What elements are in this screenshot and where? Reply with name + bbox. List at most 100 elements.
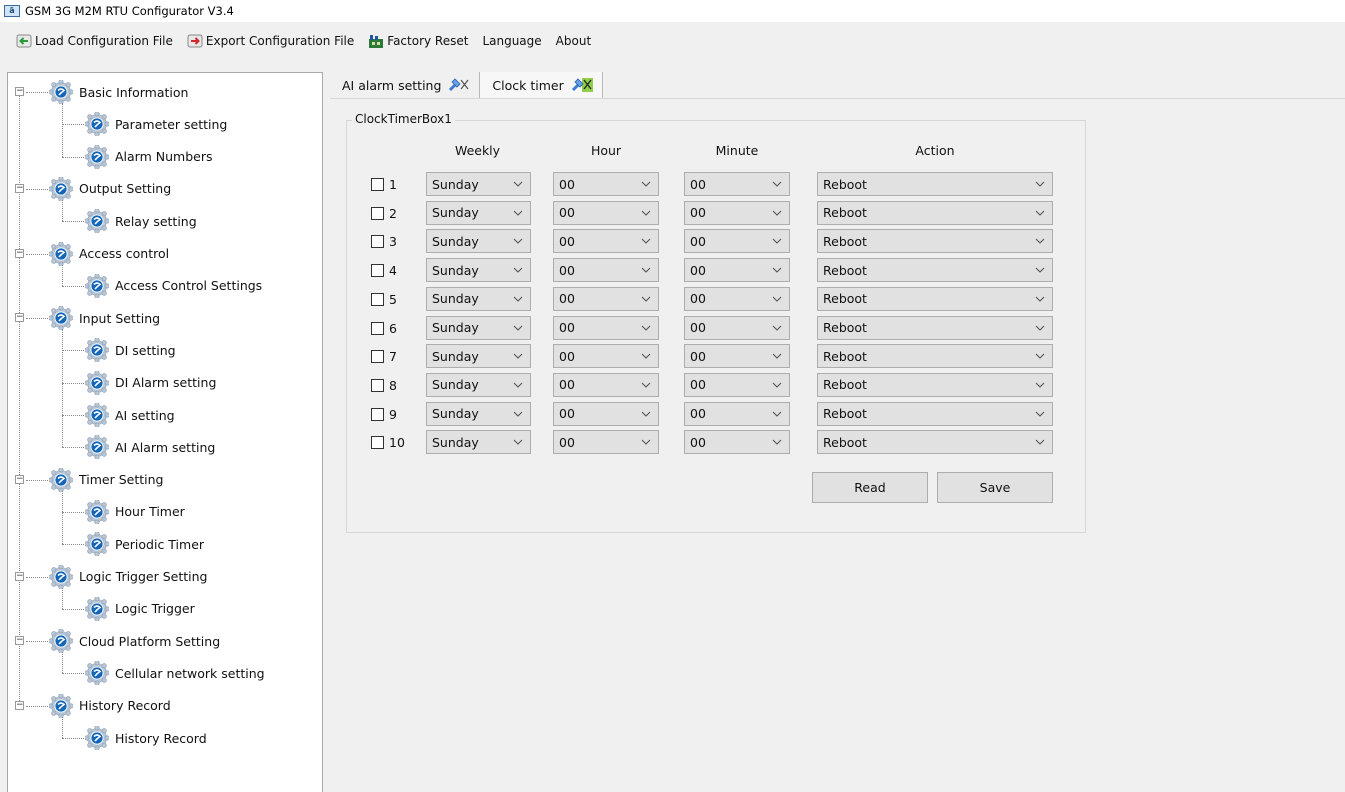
timer-enable-checkbox[interactable]: 2: [371, 206, 397, 221]
read-button[interactable]: Read: [812, 472, 928, 503]
tree-expander[interactable]: −: [15, 313, 24, 323]
tree-child-item[interactable]: Access Control Settings: [85, 272, 262, 300]
factory-reset-menu[interactable]: Factory Reset: [368, 33, 468, 49]
tree-child-item[interactable]: Logic Trigger: [85, 595, 195, 623]
hour-select[interactable]: 00: [553, 344, 659, 369]
tree-expander[interactable]: −: [15, 571, 24, 581]
checkbox-box[interactable]: [371, 436, 384, 450]
tab-close-icon[interactable]: [447, 76, 471, 94]
tree-child-item[interactable]: Alarm Numbers: [85, 143, 212, 171]
weekly-select[interactable]: Sunday: [426, 372, 531, 397]
tree-group-item[interactable]: Input Setting: [49, 304, 160, 332]
weekly-select[interactable]: Sunday: [426, 258, 531, 283]
checkbox-box[interactable]: [371, 292, 384, 306]
timer-enable-checkbox[interactable]: 7: [371, 349, 397, 364]
hour-select[interactable]: 00: [553, 401, 659, 426]
timer-enable-checkbox[interactable]: 3: [371, 234, 397, 249]
tree-child-item[interactable]: DI setting: [85, 336, 176, 364]
navigation-tree[interactable]: − Basic Information Parameter setting Alarm…: [7, 72, 323, 792]
hour-select[interactable]: 00: [553, 372, 659, 397]
minute-select[interactable]: 00: [684, 430, 790, 455]
timer-enable-checkbox[interactable]: 9: [371, 407, 397, 422]
action-select[interactable]: Reboot: [817, 258, 1053, 283]
tree-group-item[interactable]: Basic Information: [49, 78, 188, 106]
tree-child-item[interactable]: Cellular network setting: [85, 659, 265, 687]
tab-close-icon[interactable]: [570, 76, 594, 94]
timer-enable-checkbox[interactable]: 1: [371, 177, 397, 192]
tree-child-item[interactable]: Relay setting: [85, 207, 197, 235]
checkbox-box[interactable]: [371, 178, 384, 191]
tree-child-item[interactable]: AI setting: [85, 401, 175, 429]
checkbox-box[interactable]: [371, 321, 384, 335]
action-select[interactable]: Reboot: [817, 401, 1053, 426]
tree-group-item[interactable]: History Record: [49, 692, 171, 720]
minute-select[interactable]: 00: [684, 344, 790, 369]
language-menu[interactable]: Language: [482, 34, 541, 48]
tab-clock-timer[interactable]: Clock timer: [480, 72, 603, 98]
tree-child-item[interactable]: History Record: [85, 724, 207, 752]
weekly-select[interactable]: Sunday: [426, 401, 531, 426]
action-select[interactable]: Reboot: [817, 286, 1053, 311]
timer-enable-checkbox[interactable]: 4: [371, 263, 397, 278]
hour-select[interactable]: 00: [553, 172, 659, 196]
minute-select[interactable]: 00: [684, 315, 790, 340]
weekly-select[interactable]: Sunday: [426, 286, 531, 311]
minute-select[interactable]: 00: [684, 372, 790, 397]
timer-enable-checkbox[interactable]: 6: [371, 321, 397, 336]
hour-select[interactable]: 00: [553, 430, 659, 455]
hour-select[interactable]: 00: [553, 258, 659, 283]
action-select[interactable]: Reboot: [817, 344, 1053, 369]
weekly-select[interactable]: Sunday: [426, 430, 531, 455]
action-select[interactable]: Reboot: [817, 229, 1053, 254]
export-configuration-menu[interactable]: Export Configuration File: [187, 33, 354, 49]
tree-child-item[interactable]: Hour Timer: [85, 498, 185, 526]
action-select[interactable]: Reboot: [817, 200, 1053, 225]
minute-select[interactable]: 00: [684, 286, 790, 311]
timer-enable-checkbox[interactable]: 5: [371, 292, 397, 307]
tree-child-item[interactable]: DI Alarm setting: [85, 369, 216, 397]
minute-select[interactable]: 00: [684, 229, 790, 254]
tree-expander[interactable]: −: [15, 248, 24, 258]
save-button[interactable]: Save: [937, 472, 1053, 503]
action-select[interactable]: Reboot: [817, 430, 1053, 455]
minute-select[interactable]: 00: [684, 258, 790, 283]
tree-child-item[interactable]: Periodic Timer: [85, 530, 204, 558]
about-menu[interactable]: About: [556, 34, 591, 48]
weekly-select[interactable]: Sunday: [426, 229, 531, 254]
tree-expander[interactable]: −: [15, 700, 24, 710]
checkbox-box[interactable]: [371, 235, 384, 249]
tree-group-item[interactable]: Cloud Platform Setting: [49, 627, 220, 655]
hour-select[interactable]: 00: [553, 200, 659, 225]
tab-ai-alarm-setting[interactable]: AI alarm setting: [330, 72, 481, 98]
tree-child-item[interactable]: Parameter setting: [85, 110, 227, 138]
load-configuration-menu[interactable]: Load Configuration File: [16, 33, 173, 49]
tree-group-item[interactable]: Timer Setting: [49, 466, 163, 494]
timer-enable-checkbox[interactable]: 8: [371, 378, 397, 393]
checkbox-box[interactable]: [371, 378, 384, 392]
checkbox-box[interactable]: [371, 264, 384, 278]
action-select[interactable]: Reboot: [817, 372, 1053, 397]
tree-expander[interactable]: −: [15, 636, 24, 646]
tree-child-item[interactable]: AI Alarm setting: [85, 433, 215, 461]
tree-expander[interactable]: −: [15, 183, 24, 193]
tree-group-item[interactable]: Logic Trigger Setting: [49, 563, 208, 591]
hour-select[interactable]: 00: [553, 229, 659, 254]
action-select[interactable]: Reboot: [817, 172, 1053, 196]
minute-select[interactable]: 00: [684, 172, 790, 196]
tree-group-item[interactable]: Access control: [49, 240, 169, 268]
minute-select[interactable]: 00: [684, 401, 790, 426]
tree-expander[interactable]: −: [15, 87, 24, 96]
weekly-select[interactable]: Sunday: [426, 200, 531, 225]
checkbox-box[interactable]: [371, 407, 384, 421]
minute-select[interactable]: 00: [684, 200, 790, 225]
timer-enable-checkbox[interactable]: 10: [371, 435, 405, 450]
checkbox-box[interactable]: [371, 350, 384, 364]
weekly-select[interactable]: Sunday: [426, 172, 531, 196]
action-select[interactable]: Reboot: [817, 315, 1053, 340]
tree-expander[interactable]: −: [15, 474, 24, 484]
hour-select[interactable]: 00: [553, 315, 659, 340]
tree-group-item[interactable]: Output Setting: [49, 175, 171, 203]
weekly-select[interactable]: Sunday: [426, 315, 531, 340]
hour-select[interactable]: 00: [553, 286, 659, 311]
weekly-select[interactable]: Sunday: [426, 344, 531, 369]
